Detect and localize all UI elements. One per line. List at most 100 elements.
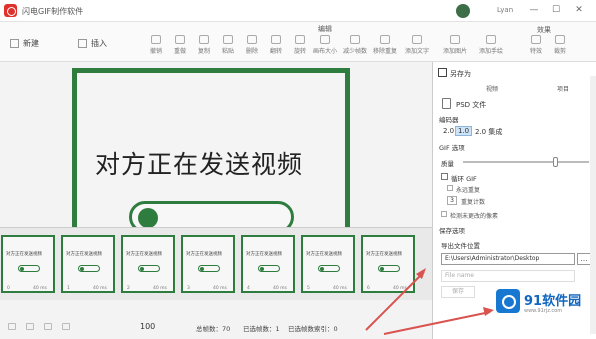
effects-button[interactable]: 特效 (524, 35, 548, 55)
redo-button[interactable]: 重做 (168, 35, 192, 55)
frames-strip[interactable]: 对方正在发送视频 0 40 ms 对方正在发送视频 1 40 ms 对方正在发送视频 2 4… (0, 227, 432, 300)
rotate-button[interactable]: 旋转 (288, 35, 312, 55)
redo-label: 重做 (173, 48, 186, 55)
delete-button[interactable]: 删除 (240, 35, 264, 55)
maximize-button[interactable]: ☐ (548, 4, 564, 17)
add-drawing-icon (486, 35, 496, 44)
frame-delay: 40 ms (33, 286, 47, 291)
undo-button[interactable]: 撤销 (144, 35, 168, 55)
frame-label: 对方正在发送视频 (246, 252, 282, 257)
format-project-tab[interactable]: 项目 (557, 84, 569, 93)
reduce-frames-label: 减少帧数 (342, 48, 367, 55)
psd-file-option[interactable]: PSD 文件 (456, 100, 486, 110)
frame-label: 对方正在发送视频 (306, 252, 342, 257)
frame-toggle-graphic (258, 265, 280, 272)
frame-thumbnail[interactable]: 对方正在发送视频 5 40 ms (301, 235, 355, 293)
frame-toggle-graphic (138, 265, 160, 272)
encoder-integrated[interactable]: 2.0 集成 (475, 127, 502, 137)
quality-slider[interactable] (463, 157, 589, 167)
quality-slider-thumb[interactable] (553, 157, 558, 167)
app-window: 闪电GIF制作软件 Lyan — ☐ ✕ 编辑 效果 新建 插入 撤销 重做 复… (0, 0, 596, 339)
export-location-label: 导出文件位置 (441, 242, 480, 250)
repeat-forever-checkbox[interactable] (447, 185, 453, 191)
encoder-version-1[interactable]: 1.0 (455, 126, 473, 136)
filename-input[interactable]: File name (441, 270, 575, 282)
encoder-version-2[interactable]: 2.0 (443, 127, 454, 135)
prev-frame-icon[interactable] (26, 323, 34, 330)
repeat-forever-label: 永远重复 (456, 187, 481, 194)
remove-duplicates-button[interactable]: 移除重复 (370, 35, 400, 55)
remove-duplicates-icon (380, 35, 390, 44)
frame-toggle-graphic (198, 265, 220, 272)
close-button[interactable]: ✕ (571, 4, 587, 17)
crop-button[interactable]: 裁剪 (548, 35, 572, 55)
minimize-button[interactable]: — (526, 4, 542, 17)
save-as-title: 另存为 (450, 70, 471, 78)
browse-button[interactable]: … (577, 253, 591, 265)
frame-delay: 40 ms (213, 286, 227, 291)
panel-scrollbar[interactable] (590, 76, 596, 334)
add-text-button[interactable]: 添加文字 (402, 35, 432, 55)
copy-button[interactable]: 复制 (192, 35, 216, 55)
canvas-size-button[interactable]: 画布大小 (310, 35, 340, 55)
detect-unchanged-checkbox[interactable] (441, 211, 447, 217)
new-button[interactable]: 新建 (10, 38, 39, 49)
repeat-count-input[interactable]: 3 (447, 196, 457, 205)
insert-icon (78, 39, 87, 48)
watermark-brand: 91软件园 (524, 294, 582, 309)
save-options-header[interactable]: 保存选项 (439, 225, 465, 235)
frame-index: 2 (127, 286, 130, 291)
paste-button[interactable]: 粘贴 (216, 35, 240, 55)
insert-button[interactable]: 插入 (78, 38, 107, 49)
paste-label: 粘贴 (221, 48, 234, 55)
frame-delay: 40 ms (153, 286, 167, 291)
frame-label: 对方正在发送视频 (66, 252, 102, 257)
frame-toggle-graphic (378, 265, 400, 272)
effect-group-label: 效果 (537, 26, 551, 34)
frame-thumbnail[interactable]: 对方正在发送视频 2 40 ms (121, 235, 175, 293)
insert-label: 插入 (91, 39, 107, 48)
frame-thumbnail[interactable]: 对方正在发送视频 6 40 ms (361, 235, 415, 293)
frame-index: 4 (247, 286, 250, 291)
flip-label: 翻转 (269, 48, 282, 55)
copy-label: 复制 (197, 48, 210, 55)
save-button[interactable]: 保存 (441, 286, 475, 298)
avatar[interactable] (456, 4, 470, 18)
edit-group-label: 编辑 (318, 25, 332, 33)
canvas-size-icon (320, 35, 330, 44)
frame-thumbnail[interactable]: 对方正在发送视频 1 40 ms (61, 235, 115, 293)
toggle-knob (138, 208, 158, 228)
zoom-value[interactable]: 100 (140, 322, 155, 331)
add-text-icon (412, 35, 422, 44)
effects-icon (531, 35, 541, 44)
reduce-frames-button[interactable]: 减少帧数 (340, 35, 370, 55)
frame-thumbnail[interactable]: 对方正在发送视频 0 40 ms (1, 235, 55, 293)
next-frame-icon[interactable] (44, 323, 52, 330)
frame-thumbnail[interactable]: 对方正在发送视频 4 40 ms (241, 235, 295, 293)
redo-icon (175, 35, 185, 44)
preview-frame[interactable]: 对方正在发送视频 (72, 68, 350, 238)
format-video-tab[interactable]: 视频 (486, 84, 498, 93)
first-frame-icon[interactable] (8, 323, 16, 330)
frame-thumbnail[interactable]: 对方正在发送视频 3 40 ms (181, 235, 235, 293)
psd-file-icon (442, 98, 451, 109)
add-drawing-button[interactable]: 添加手绘 (476, 35, 506, 55)
frame-delay: 40 ms (333, 286, 347, 291)
add-image-icon (450, 35, 460, 44)
selected-frames: 已选帧数：1 (243, 325, 280, 333)
frame-index: 3 (187, 286, 190, 291)
user-name[interactable]: Lyan (497, 6, 513, 14)
flip-button[interactable]: 翻转 (264, 35, 288, 55)
canvas-area[interactable]: 对方正在发送视频 (0, 62, 432, 238)
add-image-button[interactable]: 添加图片 (440, 35, 470, 55)
add-text-label: 添加文字 (404, 48, 429, 55)
last-frame-icon[interactable] (62, 323, 70, 330)
rotate-label: 旋转 (293, 48, 306, 55)
export-path-input[interactable]: E:\Users\Administrator\Desktop (441, 253, 575, 265)
add-drawing-label: 添加手绘 (478, 48, 503, 55)
loop-gif-checkbox[interactable] (441, 173, 448, 180)
title-bar: 闪电GIF制作软件 Lyan — ☐ ✕ (0, 0, 596, 22)
repeat-count-label: 重复计数 (461, 199, 486, 206)
loop-gif-label: 循环 GIF (451, 175, 477, 183)
gif-options-header[interactable]: GIF 选项 (439, 142, 465, 152)
